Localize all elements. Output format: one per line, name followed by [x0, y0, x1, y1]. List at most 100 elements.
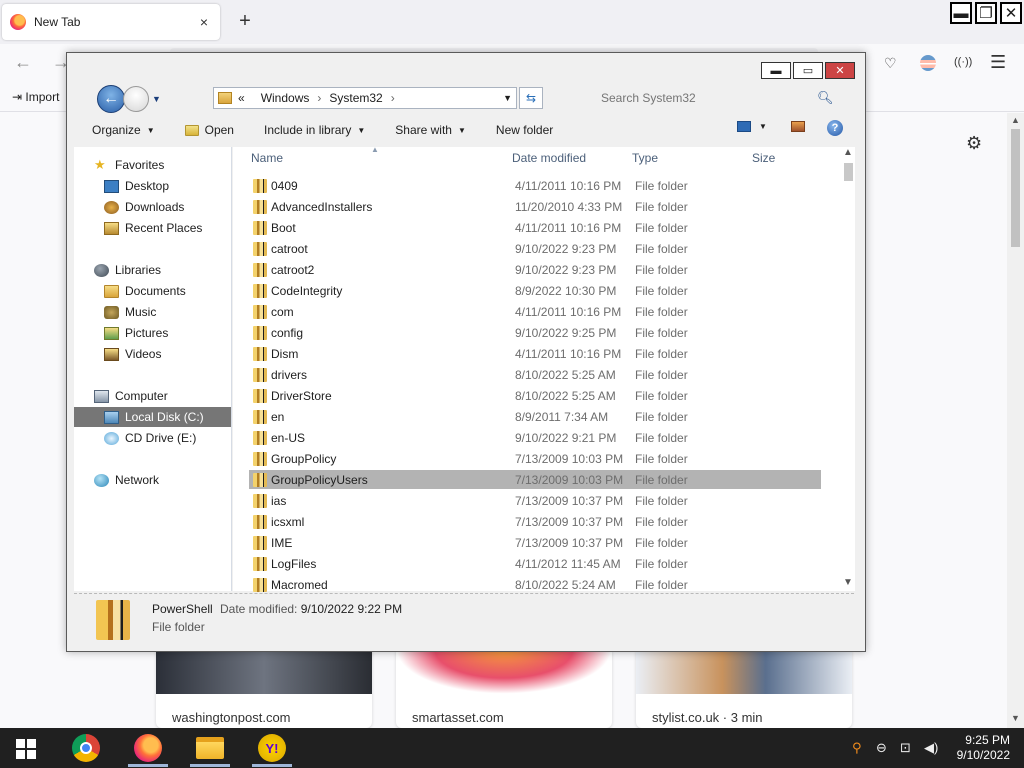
scroll-up-icon[interactable]: ▲	[1011, 115, 1020, 125]
scroll-thumb[interactable]	[1011, 129, 1020, 247]
breadcrumb-overflow[interactable]: «	[238, 91, 245, 105]
table-row[interactable]: DriverStore 8/10/2022 5:25 AM File folder	[249, 386, 821, 405]
nav-libraries[interactable]: Libraries	[94, 260, 161, 280]
tray-minus-icon[interactable]: ⊖	[876, 740, 887, 756]
file-name: drivers	[271, 367, 308, 382]
open-button[interactable]: Open	[184, 123, 234, 137]
file-list-scrollbar[interactable]: ▲ ▼	[841, 147, 855, 591]
preview-pane-button[interactable]	[791, 121, 805, 132]
breadcrumb-system32[interactable]: System32	[329, 91, 382, 105]
organize-button[interactable]: Organize ▼	[92, 123, 155, 137]
refresh-button[interactable]: ⇆	[519, 87, 543, 109]
new-folder-button[interactable]: New folder	[496, 123, 553, 137]
minimize-button[interactable]: ▬	[950, 2, 972, 24]
explorer-maximize-button[interactable]: ▭	[793, 62, 823, 79]
share-with-button[interactable]: Share with ▼	[395, 123, 466, 137]
nav-downloads[interactable]: Downloads	[104, 197, 184, 217]
nav-pictures[interactable]: Pictures	[104, 323, 168, 343]
table-row[interactable]: catroot 9/10/2022 9:23 PM File folder	[249, 239, 821, 258]
story-image	[396, 650, 612, 694]
nav-computer[interactable]: Computer	[94, 386, 168, 406]
story-card[interactable]: smartasset.com	[396, 650, 612, 728]
nav-local-disk[interactable]: Local Disk (C:)	[74, 407, 231, 427]
search-icon[interactable]: 🔍︎	[817, 90, 834, 106]
address-bar[interactable]: « Windows › System32 › ▼	[213, 87, 517, 109]
change-view-button[interactable]: ▼	[737, 121, 767, 132]
scroll-up-icon[interactable]: ▲	[843, 147, 853, 158]
file-type: File folder	[635, 409, 688, 424]
table-row[interactable]: Dism 4/11/2011 10:16 PM File folder	[249, 344, 821, 363]
extensions-icon[interactable]: ((·))	[954, 56, 972, 68]
nav-music[interactable]: Music	[104, 302, 156, 322]
forward-button[interactable]	[123, 86, 149, 112]
scroll-down-icon[interactable]: ▼	[1011, 713, 1020, 723]
table-row[interactable]: com 4/11/2011 10:16 PM File folder	[249, 302, 821, 321]
tab-close-icon[interactable]: ×	[196, 14, 212, 30]
scroll-down-icon[interactable]: ▼	[843, 577, 853, 588]
scroll-thumb[interactable]	[844, 163, 853, 181]
search-icon[interactable]: ⚲	[852, 740, 862, 756]
recent-pages-dropdown-icon[interactable]: ▼	[152, 94, 161, 104]
column-size[interactable]: Size	[752, 151, 775, 165]
network-tray-icon[interactable]: ⊡	[900, 740, 911, 756]
page-scrollbar[interactable]: ▲ ▼	[1007, 113, 1024, 728]
close-button[interactable]: ✕	[1000, 2, 1022, 24]
table-row[interactable]: GroupPolicyUsers 7/13/2009 10:03 PM File f…	[249, 470, 821, 489]
table-row[interactable]: CodeIntegrity 8/9/2022 10:30 PM File folde…	[249, 281, 821, 300]
import-bookmarks-button[interactable]: ⇥ Import	[12, 90, 59, 104]
story-card[interactable]: stylist.co.uk · 3 min	[636, 650, 852, 728]
new-tab-button[interactable]: +	[234, 10, 256, 32]
breadcrumb-separator[interactable]: ›	[391, 91, 395, 105]
explorer-minimize-button[interactable]: ▬	[761, 62, 791, 79]
table-row[interactable]: Macromed 8/10/2022 5:24 AM File folder	[249, 575, 821, 594]
volume-icon[interactable]: ◀)	[924, 740, 938, 756]
include-in-library-button[interactable]: Include in library ▼	[264, 123, 365, 137]
table-row[interactable]: drivers 8/10/2022 5:25 AM File folder	[249, 365, 821, 384]
help-button[interactable]: ?	[827, 120, 843, 136]
account-icon[interactable]	[920, 55, 936, 71]
column-name[interactable]: Name	[251, 151, 283, 165]
back-button[interactable]: ←	[97, 85, 125, 113]
table-row[interactable]: en 8/9/2011 7:34 AM File folder	[249, 407, 821, 426]
breadcrumb-windows[interactable]: Windows	[261, 91, 310, 105]
story-card[interactable]: washingtonpost.com	[156, 650, 372, 728]
table-row[interactable]: LogFiles 4/11/2012 11:45 AM File folder	[249, 554, 821, 573]
taskbar-firefox[interactable]	[132, 732, 164, 764]
table-row[interactable]: Boot 4/11/2011 10:16 PM File folder	[249, 218, 821, 237]
clock[interactable]: 9:25 PM 9/10/2022	[940, 733, 1010, 763]
table-row[interactable]: AdvancedInstallers 11/20/2010 4:33 PM File…	[249, 197, 821, 216]
browser-tab-new-tab[interactable]: New Tab ×	[2, 4, 220, 40]
nav-desktop[interactable]: Desktop	[104, 176, 169, 196]
taskbar-file-explorer[interactable]	[194, 732, 226, 764]
column-date-modified[interactable]: Date modified	[512, 151, 586, 165]
search-input[interactable]	[593, 87, 835, 109]
explorer-close-button[interactable]: ✕	[825, 62, 855, 79]
nav-recent-places[interactable]: Recent Places	[104, 218, 202, 238]
table-row[interactable]: 0409 4/11/2011 10:16 PM File folder	[249, 176, 821, 195]
address-dropdown-icon[interactable]: ▼	[503, 93, 512, 103]
taskbar-yahoo[interactable]: Y!	[256, 732, 288, 764]
file-name: en	[271, 409, 285, 424]
table-row[interactable]: config 9/10/2022 9:25 PM File folder	[249, 323, 821, 342]
breadcrumb-separator[interactable]: ›	[317, 91, 321, 105]
table-row[interactable]: icsxml 7/13/2009 10:37 PM File folder	[249, 512, 821, 531]
file-name: GroupPolicyUsers	[271, 472, 368, 487]
gear-icon[interactable]: ⚙	[966, 133, 982, 154]
table-row[interactable]: GroupPolicy 7/13/2009 10:03 PM File folder	[249, 449, 821, 468]
nav-network[interactable]: Network	[94, 470, 159, 490]
table-row[interactable]: IME 7/13/2009 10:37 PM File folder	[249, 533, 821, 552]
column-type[interactable]: Type	[632, 151, 658, 165]
start-button[interactable]	[16, 739, 36, 759]
back-arrow-icon[interactable]: ←	[14, 52, 32, 73]
table-row[interactable]: en-US 9/10/2022 9:21 PM File folder	[249, 428, 821, 447]
menu-icon[interactable]: ☰	[990, 52, 1006, 73]
nav-cd-drive[interactable]: CD Drive (E:)	[104, 428, 196, 448]
table-row[interactable]: ias 7/13/2009 10:37 PM File folder	[249, 491, 821, 510]
taskbar-chrome[interactable]	[70, 732, 102, 764]
nav-videos[interactable]: Videos	[104, 344, 161, 364]
nav-favorites[interactable]: ★ Favorites	[94, 155, 164, 175]
pocket-icon[interactable]: ♡	[884, 55, 897, 72]
table-row[interactable]: catroot2 9/10/2022 9:23 PM File folder	[249, 260, 821, 279]
restore-button[interactable]: ❐	[975, 2, 997, 24]
nav-documents[interactable]: Documents	[104, 281, 186, 301]
